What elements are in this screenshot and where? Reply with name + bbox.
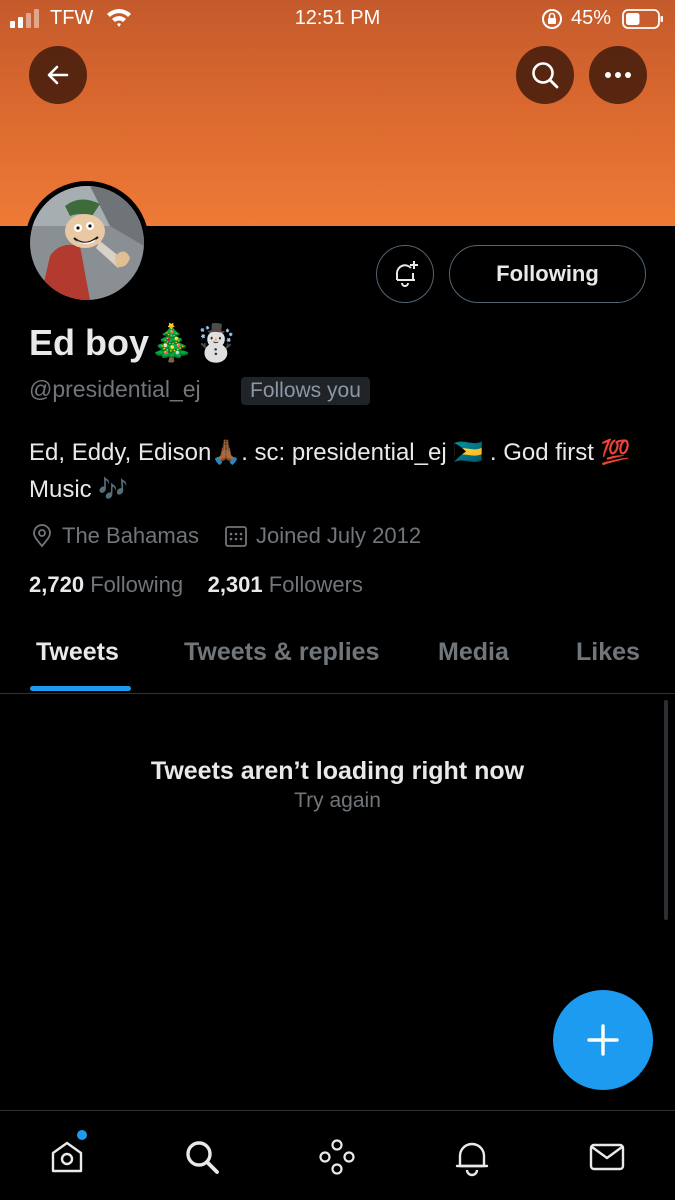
username-handle: @presidential_ej [29, 376, 201, 402]
following-count-link[interactable]: 2,720 Following [29, 572, 183, 597]
tab-tweets[interactable]: Tweets [36, 638, 119, 667]
profile-meta: The Bahamas Joined July 2012 [29, 521, 421, 551]
notifications-icon [455, 1142, 489, 1177]
search-button[interactable] [516, 46, 574, 104]
following-button[interactable]: Following [449, 245, 646, 303]
avatar[interactable] [25, 181, 149, 305]
profile-tabs: Tweets Tweets & replies Media Likes [0, 620, 675, 694]
nav-spaces[interactable] [315, 1135, 359, 1179]
back-arrow-icon [47, 65, 69, 85]
tab-likes[interactable]: Likes [576, 638, 640, 667]
follows-you-badge: Follows you [241, 377, 370, 405]
active-tab-indicator [30, 686, 131, 691]
location-text: The Bahamas [62, 523, 199, 548]
calendar-icon [225, 526, 247, 547]
orientation-lock-icon [542, 9, 562, 29]
compose-tweet-button[interactable] [553, 990, 653, 1090]
search-icon [532, 62, 559, 89]
back-button[interactable] [29, 46, 87, 104]
messages-icon [589, 1143, 625, 1171]
timeline-error-title: Tweets aren’t loading right now [150, 757, 525, 785]
followers-count: 2,301 [207, 572, 263, 597]
notifications-subscribe-button[interactable] [376, 245, 434, 303]
bottom-navigation [0, 1110, 675, 1200]
more-icon [605, 72, 631, 78]
followers-label: Followers [268, 572, 363, 597]
home-icon [51, 1141, 83, 1173]
try-again-link[interactable]: Try again [0, 789, 675, 813]
following-count: 2,720 [29, 572, 85, 597]
search-icon [186, 1141, 219, 1174]
followers-count-link[interactable]: 2,301 Followers [208, 572, 363, 597]
follow-counts: 2,720 Following 2,301 Followers [29, 572, 363, 598]
nav-messages[interactable] [585, 1135, 629, 1179]
bell-plus-icon [396, 261, 418, 287]
battery-icon [622, 9, 663, 29]
tab-media[interactable]: Media [438, 638, 509, 667]
avatar-image [30, 186, 144, 300]
plus-icon [587, 1024, 619, 1056]
following-label: Following [90, 572, 184, 597]
more-options-button[interactable] [589, 46, 647, 104]
battery-percent: 45% [571, 7, 612, 29]
display-name: Ed boy🎄☃️ [29, 322, 239, 363]
location-pin-icon [33, 524, 51, 548]
joined-date: Joined July 2012 [255, 523, 422, 548]
nav-notifications[interactable] [450, 1135, 494, 1179]
status-bar: TFW 12:51 PM 45% [0, 0, 675, 38]
spaces-icon [319, 1139, 355, 1175]
tab-tweets-replies[interactable]: Tweets & replies [184, 638, 379, 667]
profile-bio: Ed, Eddy, Edison🙏🏾. sc: presidential_ej … [29, 439, 631, 503]
nav-search[interactable] [180, 1135, 224, 1179]
nav-home[interactable] [45, 1135, 89, 1179]
home-notification-dot [77, 1130, 87, 1140]
